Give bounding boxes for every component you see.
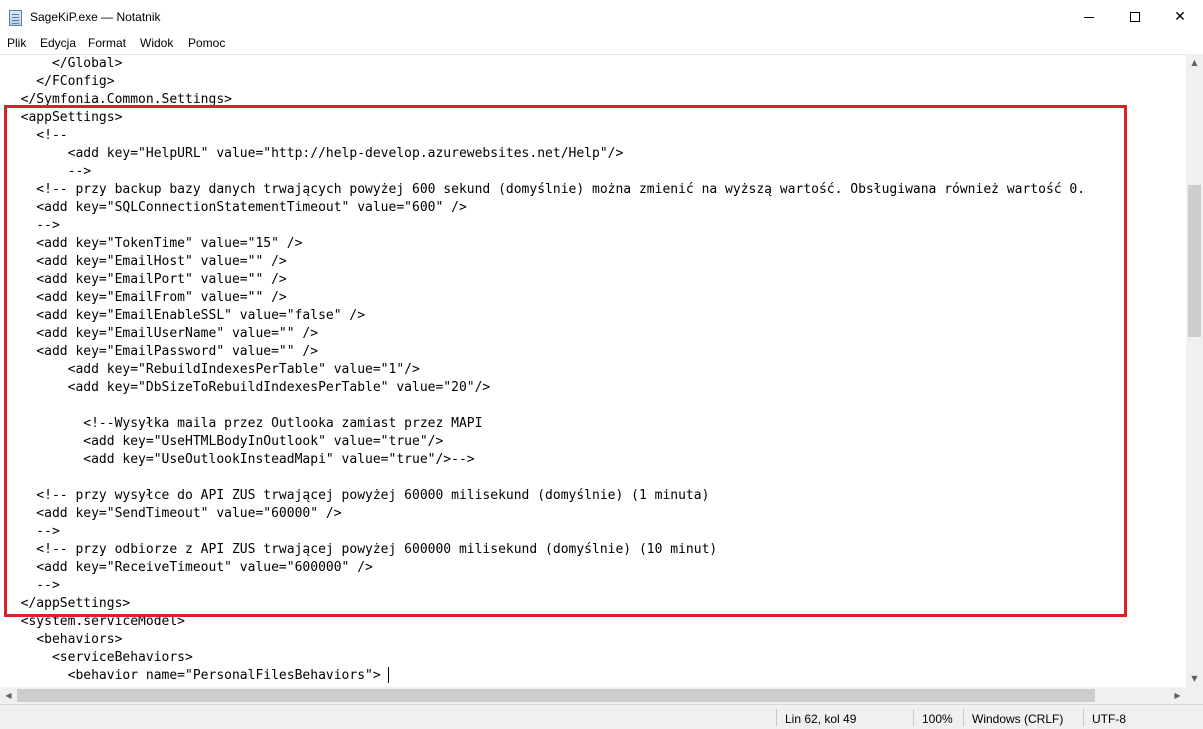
code-line: -->: [5, 218, 60, 233]
code-line: <system.serviceModel>: [5, 614, 186, 629]
code-line: -->: [5, 524, 60, 539]
code-line: <!-- przy odbiorze z API ZUS trwającej p…: [5, 542, 718, 557]
status-position: Lin 62, kol 49: [785, 712, 857, 726]
scroll-left-icon[interactable]: ◀: [0, 687, 17, 704]
menu-help[interactable]: Pomoc: [188, 36, 225, 50]
minimize-icon: [1084, 17, 1094, 18]
menu-view[interactable]: Widok: [140, 36, 173, 50]
status-zoom: 100%: [922, 712, 953, 726]
notepad-icon: [9, 10, 22, 26]
code-line: -->: [5, 164, 92, 179]
code-line: <appSettings>: [5, 110, 123, 125]
text-editor[interactable]: </Global> </FConfig> </Symfonia.Common.S…: [0, 54, 1186, 687]
code-line: <serviceBehaviors>: [5, 650, 193, 665]
status-encoding: UTF-8: [1092, 712, 1126, 726]
maximize-icon: [1130, 12, 1140, 22]
status-bar: Lin 62, kol 49 100% Windows (CRLF) UTF-8: [0, 704, 1203, 729]
code-line: -->: [5, 578, 60, 593]
window-title: SageKiP.exe — Notatnik: [30, 10, 161, 24]
menu-format[interactable]: Format: [88, 36, 126, 50]
menu-file[interactable]: Plik: [7, 36, 26, 50]
code-line: <add key="SendTimeout" value="60000" />: [5, 506, 342, 521]
code-line: <add key="EmailUserName" value="" />: [5, 326, 319, 341]
vertical-scroll-thumb[interactable]: [1188, 185, 1201, 337]
scroll-up-icon[interactable]: ▲: [1186, 54, 1203, 71]
scroll-right-icon[interactable]: ▶: [1169, 687, 1186, 704]
code-line: <add key="TokenTime" value="15" />: [5, 236, 303, 251]
code-line: <behaviors>: [5, 632, 123, 647]
menu-bar: Plik Edycja Format Widok Pomoc: [0, 35, 1203, 54]
code-line: <add key="HelpURL" value="http://help-de…: [5, 146, 624, 161]
horizontal-scroll-thumb[interactable]: [17, 689, 1095, 702]
code-line: <!-- przy wysyłce do API ZUS trwającej p…: [5, 488, 710, 503]
status-line-ending: Windows (CRLF): [972, 712, 1064, 726]
code-line: <add key="EmailHost" value="" />: [5, 254, 287, 269]
menu-edit[interactable]: Edycja: [40, 36, 76, 50]
vertical-scrollbar[interactable]: ▲ ▼: [1186, 54, 1203, 687]
code-line: <add key="DbSizeToRebuildIndexesPerTable…: [5, 380, 491, 395]
code-line: </Global>: [5, 56, 123, 71]
code-line: </FConfig>: [5, 74, 115, 89]
text-caret: [388, 667, 389, 683]
code-line: <add key="RebuildIndexesPerTable" value=…: [5, 362, 420, 377]
code-line: <!--Wysyłka maila przez Outlooka zamiast…: [5, 416, 483, 431]
minimize-button[interactable]: [1066, 0, 1112, 35]
code-line: <add key="EmailEnableSSL" value="false" …: [5, 308, 366, 323]
code-line: </appSettings>: [5, 596, 131, 611]
code-line: <!--: [5, 128, 68, 143]
code-line: <add key="EmailPassword" value="" />: [5, 344, 319, 359]
code-line: <add key="ReceiveTimeout" value="600000"…: [5, 560, 373, 575]
code-line: <behavior name="PersonalFilesBehaviors">: [5, 668, 381, 683]
status-separator: [913, 709, 914, 726]
code-line: <add key="UseOutlookInsteadMapi" value="…: [5, 452, 475, 467]
close-button[interactable]: ✕: [1157, 0, 1203, 35]
code-line: <add key="UseHTMLBodyInOutlook" value="t…: [5, 434, 444, 449]
status-separator: [776, 709, 777, 726]
code-line: <!-- przy backup bazy danych trwających …: [5, 182, 1086, 197]
title-bar[interactable]: SageKiP.exe — Notatnik ✕: [0, 0, 1203, 35]
scrollbar-corner: [1186, 687, 1203, 704]
code-line: <add key="SQLConnectionStatementTimeout"…: [5, 200, 467, 215]
code-line: </Symfonia.Common.Settings>: [5, 92, 232, 107]
horizontal-scrollbar[interactable]: ◀ ▶: [0, 687, 1186, 704]
status-separator: [963, 709, 964, 726]
close-icon: ✕: [1174, 9, 1186, 25]
scroll-down-icon[interactable]: ▼: [1186, 670, 1203, 687]
code-line: <add key="EmailFrom" value="" />: [5, 290, 287, 305]
code-line: <add key="EmailPort" value="" />: [5, 272, 287, 287]
maximize-button[interactable]: [1112, 0, 1158, 35]
status-separator: [1083, 709, 1084, 726]
